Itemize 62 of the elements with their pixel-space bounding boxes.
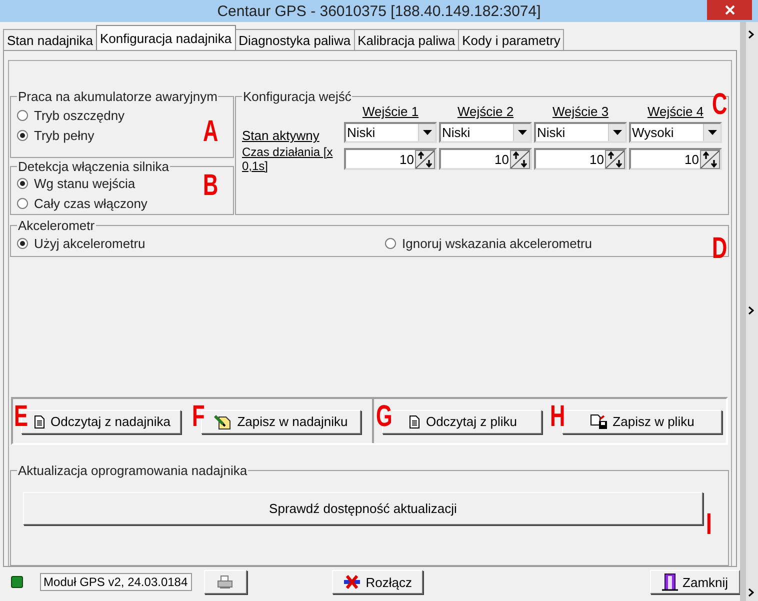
dropdown[interactable]: Niski [344,122,437,143]
column-header: Wejście 4 [646,104,705,120]
column-header: Wejście 1 [361,104,420,120]
annotation-letter: I [706,510,712,540]
dropdown-arrow-icon [708,130,716,135]
radio-option[interactable]: Ignoruj wskazania akcelerometru [385,233,592,253]
door-icon [662,573,678,591]
tab[interactable]: Diagnostyka paliwa [234,29,355,50]
radio-option[interactable]: Wg stanu wejścia [17,174,136,194]
annotation-letter: A [203,117,218,147]
spin-field[interactable]: 10 [534,148,627,170]
radio-option[interactable]: Użyj akcelerometru [17,233,385,253]
document-icon [32,414,46,429]
dropdown-arrow-icon [612,130,622,135]
spin-arrows-icon [510,150,530,168]
dropdown-arrow-icon [518,130,526,135]
group-title: Konfiguracja wejść [242,89,352,104]
radio-option[interactable]: Tryb pełny [17,125,94,145]
disconnect-button[interactable]: Rozłącz [332,570,423,594]
group-title: Aktualizacja oprogramowania nadajnika [17,463,248,478]
spin-arrows-icon [700,150,720,168]
tab[interactable]: Stan nadajnika [3,29,98,50]
tab[interactable]: Konfiguracja nadajnika [96,25,236,50]
annotation-letter: B [203,171,218,201]
window-title: Centaur GPS - 36010375 [188.40.149.182:3074] [217,2,541,20]
document-icon [406,414,421,429]
dropdown[interactable]: Niski [439,122,532,143]
printer-icon [217,575,234,589]
group-title: Akcelerometr [17,218,96,233]
radio-option[interactable]: Tryb oszczędny [17,105,125,125]
annotation-letter: C [712,90,728,120]
close-app-button[interactable]: Zamknij [650,570,740,594]
print-button[interactable] [204,570,248,594]
pencil-document-icon [214,414,232,430]
row-label: Czas działania [x 0,1s] [242,145,334,173]
group-title: Detekcja włączenia silnika [17,158,170,174]
spin-field[interactable]: 10 [344,148,437,170]
chevron-right-icon[interactable] [748,30,754,39]
update-button[interactable]: Sprawdź dostępność aktualizacji [23,492,703,526]
dropdown[interactable]: Wysoki [629,122,722,143]
dropdown[interactable]: Niski [534,122,627,143]
close-button[interactable] [707,0,752,20]
dropdown-arrow-icon [422,130,432,135]
spin-field[interactable]: 10 [629,148,722,170]
save-document-icon [590,414,608,430]
close-icon [724,4,736,16]
module-info-field: Moduł GPS v2, 24.03.0184 [40,573,192,591]
cross-plug-icon [342,574,361,590]
column-header: Wejście 3 [551,104,610,120]
row-label: Stan aktywny [242,128,320,143]
spin-field[interactable]: 10 [439,148,532,170]
radio-option[interactable]: Cały czas włączony [17,194,148,214]
tab[interactable]: Kody i parametry [458,29,564,50]
chevron-right-icon[interactable] [748,588,754,597]
spin-arrows-icon [605,150,625,168]
chevron-right-icon[interactable] [748,306,754,315]
column-header: Wejście 2 [456,104,515,120]
spin-arrows-icon [415,150,435,168]
group-title: Praca na akumulatorze awaryjnym [17,89,218,104]
tab[interactable]: Kalibracja paliwa [354,29,460,50]
annotation-letter: D [712,234,728,264]
status-led-icon [11,576,23,588]
